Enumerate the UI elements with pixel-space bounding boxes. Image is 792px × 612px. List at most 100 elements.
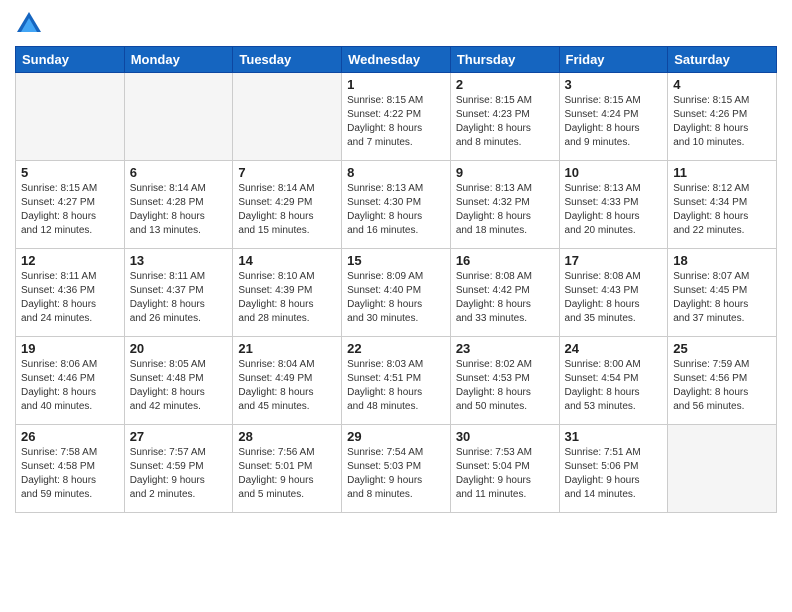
day-cell: 26 Sunrise: 7:58 AM Sunset: 4:58 PM Dayli…: [16, 425, 125, 513]
cell-content: Sunrise: 8:15 AM Sunset: 4:26 PM Dayligh…: [673, 94, 771, 150]
day-number: 16: [456, 253, 554, 268]
day-cell: [668, 425, 777, 513]
day-number: 11: [673, 165, 771, 180]
cell-content: Sunrise: 8:13 AM Sunset: 4:33 PM Dayligh…: [565, 182, 663, 238]
cell-content: Sunrise: 8:10 AM Sunset: 4:39 PM Dayligh…: [238, 270, 336, 326]
day-cell: 17 Sunrise: 8:08 AM Sunset: 4:43 PM Dayli…: [559, 249, 668, 337]
day-number: 29: [347, 429, 445, 444]
calendar: SundayMondayTuesdayWednesdayThursdayFrid…: [15, 46, 777, 513]
cell-content: Sunrise: 8:07 AM Sunset: 4:45 PM Dayligh…: [673, 270, 771, 326]
cell-content: Sunrise: 8:04 AM Sunset: 4:49 PM Dayligh…: [238, 358, 336, 414]
day-cell: 12 Sunrise: 8:11 AM Sunset: 4:36 PM Dayli…: [16, 249, 125, 337]
header-row: SundayMondayTuesdayWednesdayThursdayFrid…: [16, 47, 777, 73]
cell-content: Sunrise: 8:00 AM Sunset: 4:54 PM Dayligh…: [565, 358, 663, 414]
week-row-3: 19 Sunrise: 8:06 AM Sunset: 4:46 PM Dayli…: [16, 337, 777, 425]
day-number: 25: [673, 341, 771, 356]
cell-content: Sunrise: 8:15 AM Sunset: 4:23 PM Dayligh…: [456, 94, 554, 150]
cell-content: Sunrise: 8:15 AM Sunset: 4:22 PM Dayligh…: [347, 94, 445, 150]
day-cell: [233, 73, 342, 161]
day-number: 31: [565, 429, 663, 444]
day-number: 7: [238, 165, 336, 180]
cell-content: Sunrise: 7:54 AM Sunset: 5:03 PM Dayligh…: [347, 446, 445, 502]
cell-content: Sunrise: 8:09 AM Sunset: 4:40 PM Dayligh…: [347, 270, 445, 326]
day-header-monday: Monday: [124, 47, 233, 73]
day-header-sunday: Sunday: [16, 47, 125, 73]
day-number: 12: [21, 253, 119, 268]
day-number: 30: [456, 429, 554, 444]
page: SundayMondayTuesdayWednesdayThursdayFrid…: [0, 0, 792, 612]
cell-content: Sunrise: 7:58 AM Sunset: 4:58 PM Dayligh…: [21, 446, 119, 502]
cell-content: Sunrise: 8:11 AM Sunset: 4:37 PM Dayligh…: [130, 270, 228, 326]
day-cell: 16 Sunrise: 8:08 AM Sunset: 4:42 PM Dayli…: [450, 249, 559, 337]
day-cell: 30Sunrise: 7:53 AM Sunset: 5:04 PM Dayli…: [450, 425, 559, 513]
day-number: 10: [565, 165, 663, 180]
day-cell: [124, 73, 233, 161]
day-cell: 5 Sunrise: 8:15 AM Sunset: 4:27 PM Daylig…: [16, 161, 125, 249]
day-number: 14: [238, 253, 336, 268]
day-number: 23: [456, 341, 554, 356]
day-number: 27: [130, 429, 228, 444]
day-number: 4: [673, 77, 771, 92]
day-cell: 28 Sunrise: 7:56 AM Sunset: 5:01 PM Dayli…: [233, 425, 342, 513]
day-number: 13: [130, 253, 228, 268]
cell-content: Sunrise: 8:11 AM Sunset: 4:36 PM Dayligh…: [21, 270, 119, 326]
day-header-wednesday: Wednesday: [342, 47, 451, 73]
day-cell: [16, 73, 125, 161]
day-cell: 27Sunrise: 7:57 AM Sunset: 4:59 PM Dayli…: [124, 425, 233, 513]
cell-content: Sunrise: 8:14 AM Sunset: 4:29 PM Dayligh…: [238, 182, 336, 238]
day-number: 15: [347, 253, 445, 268]
day-header-tuesday: Tuesday: [233, 47, 342, 73]
day-cell: 2Sunrise: 8:15 AM Sunset: 4:23 PM Daylig…: [450, 73, 559, 161]
week-row-0: 1 Sunrise: 8:15 AM Sunset: 4:22 PM Daylig…: [16, 73, 777, 161]
day-cell: 1 Sunrise: 8:15 AM Sunset: 4:22 PM Daylig…: [342, 73, 451, 161]
cell-content: Sunrise: 8:13 AM Sunset: 4:32 PM Dayligh…: [456, 182, 554, 238]
day-cell: 15 Sunrise: 8:09 AM Sunset: 4:40 PM Dayli…: [342, 249, 451, 337]
day-cell: 18 Sunrise: 8:07 AM Sunset: 4:45 PM Dayli…: [668, 249, 777, 337]
week-row-2: 12 Sunrise: 8:11 AM Sunset: 4:36 PM Dayli…: [16, 249, 777, 337]
cell-content: Sunrise: 8:12 AM Sunset: 4:34 PM Dayligh…: [673, 182, 771, 238]
cell-content: Sunrise: 8:06 AM Sunset: 4:46 PM Dayligh…: [21, 358, 119, 414]
cell-content: Sunrise: 7:51 AM Sunset: 5:06 PM Dayligh…: [565, 446, 663, 502]
day-cell: 22 Sunrise: 8:03 AM Sunset: 4:51 PM Dayli…: [342, 337, 451, 425]
day-number: 18: [673, 253, 771, 268]
cell-content: Sunrise: 8:08 AM Sunset: 4:43 PM Dayligh…: [565, 270, 663, 326]
day-header-thursday: Thursday: [450, 47, 559, 73]
day-number: 26: [21, 429, 119, 444]
cell-content: Sunrise: 8:15 AM Sunset: 4:27 PM Dayligh…: [21, 182, 119, 238]
cell-content: Sunrise: 8:03 AM Sunset: 4:51 PM Dayligh…: [347, 358, 445, 414]
day-cell: 9 Sunrise: 8:13 AM Sunset: 4:32 PM Daylig…: [450, 161, 559, 249]
day-number: 28: [238, 429, 336, 444]
day-cell: 11 Sunrise: 8:12 AM Sunset: 4:34 PM Dayli…: [668, 161, 777, 249]
cell-content: Sunrise: 7:56 AM Sunset: 5:01 PM Dayligh…: [238, 446, 336, 502]
day-number: 1: [347, 77, 445, 92]
day-number: 20: [130, 341, 228, 356]
day-number: 9: [456, 165, 554, 180]
cell-content: Sunrise: 8:13 AM Sunset: 4:30 PM Dayligh…: [347, 182, 445, 238]
day-number: 6: [130, 165, 228, 180]
day-cell: 10 Sunrise: 8:13 AM Sunset: 4:33 PM Dayli…: [559, 161, 668, 249]
day-number: 19: [21, 341, 119, 356]
cell-content: Sunrise: 8:05 AM Sunset: 4:48 PM Dayligh…: [130, 358, 228, 414]
day-cell: 25Sunrise: 7:59 AM Sunset: 4:56 PM Dayli…: [668, 337, 777, 425]
day-number: 21: [238, 341, 336, 356]
day-cell: 19 Sunrise: 8:06 AM Sunset: 4:46 PM Dayli…: [16, 337, 125, 425]
day-cell: 20 Sunrise: 8:05 AM Sunset: 4:48 PM Dayli…: [124, 337, 233, 425]
day-cell: 7 Sunrise: 8:14 AM Sunset: 4:29 PM Daylig…: [233, 161, 342, 249]
day-cell: 13 Sunrise: 8:11 AM Sunset: 4:37 PM Dayli…: [124, 249, 233, 337]
day-cell: 3Sunrise: 8:15 AM Sunset: 4:24 PM Daylig…: [559, 73, 668, 161]
logo: [15, 10, 47, 38]
day-cell: 21 Sunrise: 8:04 AM Sunset: 4:49 PM Dayli…: [233, 337, 342, 425]
day-number: 24: [565, 341, 663, 356]
logo-icon: [15, 10, 43, 38]
day-header-saturday: Saturday: [668, 47, 777, 73]
day-cell: 24 Sunrise: 8:00 AM Sunset: 4:54 PM Dayli…: [559, 337, 668, 425]
day-number: 5: [21, 165, 119, 180]
day-number: 8: [347, 165, 445, 180]
day-number: 3: [565, 77, 663, 92]
day-cell: 6 Sunrise: 8:14 AM Sunset: 4:28 PM Daylig…: [124, 161, 233, 249]
day-number: 17: [565, 253, 663, 268]
cell-content: Sunrise: 8:14 AM Sunset: 4:28 PM Dayligh…: [130, 182, 228, 238]
day-cell: 14 Sunrise: 8:10 AM Sunset: 4:39 PM Dayli…: [233, 249, 342, 337]
cell-content: Sunrise: 8:08 AM Sunset: 4:42 PM Dayligh…: [456, 270, 554, 326]
day-number: 22: [347, 341, 445, 356]
